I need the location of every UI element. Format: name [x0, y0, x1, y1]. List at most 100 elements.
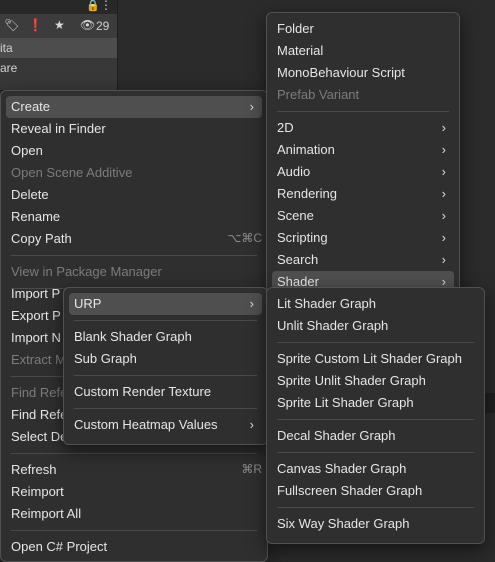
selected-asset-label: ita: [0, 41, 13, 55]
menu-item-label: Animation: [277, 142, 335, 157]
panel-header: 🔒 ⋮: [0, 0, 117, 14]
chevron-right-icon: ›: [249, 296, 254, 311]
menu-item-label: Folder: [277, 21, 314, 36]
menu-item-2d[interactable]: 2D ›: [272, 117, 454, 139]
tag-icon[interactable]: 🏷: [4, 18, 19, 32]
menu-separator: [74, 320, 257, 321]
menu-item-label: Find Refe: [11, 385, 68, 400]
menu-item-label: Sprite Unlit Shader Graph: [277, 373, 426, 388]
menu-item-label: Sprite Custom Lit Shader Graph: [277, 351, 462, 366]
menu-item-prefab-variant: Prefab Variant: [272, 84, 454, 106]
menu-item-label: Reveal in Finder: [11, 121, 106, 136]
menu-item-monobehaviour-script[interactable]: MonoBehaviour Script: [272, 62, 454, 84]
menu-item-folder[interactable]: Folder: [272, 18, 454, 40]
asset-label: are: [0, 61, 18, 75]
warning-icon[interactable]: ❗: [28, 18, 43, 32]
menu-item-six-way-shader-graph[interactable]: Six Way Shader Graph: [272, 513, 479, 535]
star-icon[interactable]: ★: [54, 18, 65, 32]
menu-item-label: MonoBehaviour Script: [277, 65, 405, 80]
menu-item-custom-render-texture[interactable]: Custom Render Texture: [69, 381, 262, 403]
menu-item-label: Search: [277, 252, 319, 267]
shortcut-label: ⌘R: [241, 462, 262, 476]
menu-item-create[interactable]: Create ›: [6, 96, 262, 118]
create-submenu: Folder Material MonoBehaviour Script Pre…: [266, 12, 460, 304]
menu-item-label: Find Refe: [11, 407, 68, 422]
menu-item-scene[interactable]: Scene ›: [272, 205, 454, 227]
menu-item-label: Canvas Shader Graph: [277, 461, 407, 476]
menu-item-label: Fullscreen Shader Graph: [277, 483, 423, 498]
menu-item-label: Decal Shader Graph: [277, 428, 396, 443]
menu-item-label: Lit Shader Graph: [277, 296, 377, 311]
menu-item-open-scene-additive: Open Scene Additive: [6, 162, 262, 184]
chevron-right-icon: ›: [441, 230, 446, 245]
menu-item-label: Create: [11, 99, 51, 114]
chevron-right-icon: ›: [441, 120, 446, 135]
menu-separator: [277, 111, 449, 112]
menu-separator: [11, 530, 257, 531]
menu-item-label: Open: [11, 143, 43, 158]
menu-item-open[interactable]: Open: [6, 140, 262, 162]
menu-item-material[interactable]: Material: [272, 40, 454, 62]
menu-separator: [74, 375, 257, 376]
menu-item-label: Prefab Variant: [277, 87, 360, 102]
menu-item-label: Extract M: [11, 352, 66, 367]
menu-item-label: Rendering: [277, 186, 337, 201]
menu-item-label: View in Package Manager: [11, 264, 162, 279]
menu-item-rendering[interactable]: Rendering ›: [272, 183, 454, 205]
menu-item-label: Scripting: [277, 230, 328, 245]
menu-item-sprite-custom-lit-shader-graph[interactable]: Sprite Custom Lit Shader Graph: [272, 348, 479, 370]
more-dots-icon[interactable]: ⋮: [100, 0, 112, 12]
selected-asset-row[interactable]: [0, 38, 117, 58]
menu-item-sprite-unlit-shader-graph[interactable]: Sprite Unlit Shader Graph: [272, 370, 479, 392]
menu-item-reveal-in-finder[interactable]: Reveal in Finder: [6, 118, 262, 140]
menu-item-lit-shader-graph[interactable]: Lit Shader Graph: [272, 293, 479, 315]
menu-separator: [74, 408, 257, 409]
menu-item-fullscreen-shader-graph[interactable]: Fullscreen Shader Graph: [272, 480, 479, 502]
menu-item-blank-shader-graph[interactable]: Blank Shader Graph: [69, 326, 262, 348]
menu-item-label: Material: [277, 43, 324, 58]
menu-item-sub-graph[interactable]: Sub Graph: [69, 348, 262, 370]
menu-item-label: Blank Shader Graph: [74, 329, 192, 344]
menu-item-animation[interactable]: Animation ›: [272, 139, 454, 161]
menu-item-custom-heatmap-values[interactable]: Custom Heatmap Values ›: [69, 414, 262, 436]
menu-separator: [277, 452, 474, 453]
menu-separator: [277, 342, 474, 343]
menu-item-urp[interactable]: URP ›: [69, 293, 262, 315]
menu-separator: [11, 453, 257, 454]
chevron-right-icon: ›: [441, 142, 446, 157]
menu-item-label: Six Way Shader Graph: [277, 516, 410, 531]
menu-item-audio[interactable]: Audio ›: [272, 161, 454, 183]
menu-item-label: Open C# Project: [11, 539, 108, 554]
menu-item-scripting[interactable]: Scripting ›: [272, 227, 454, 249]
menu-item-canvas-shader-graph[interactable]: Canvas Shader Graph: [272, 458, 479, 480]
menu-item-label: Sprite Lit Shader Graph: [277, 395, 414, 410]
menu-item-decal-shader-graph[interactable]: Decal Shader Graph: [272, 425, 479, 447]
menu-item-label: Export P: [11, 308, 61, 323]
menu-item-rename[interactable]: Rename: [6, 206, 262, 228]
lock-icon[interactable]: 🔒: [86, 0, 100, 12]
chevron-right-icon: ›: [441, 164, 446, 179]
menu-item-label: Unlit Shader Graph: [277, 318, 389, 333]
menu-item-open-csharp-project[interactable]: Open C# Project: [6, 536, 262, 558]
menu-item-label: Audio: [277, 164, 311, 179]
menu-item-search[interactable]: Search ›: [272, 249, 454, 271]
menu-item-label: Custom Render Texture: [74, 384, 212, 399]
chevron-right-icon: ›: [249, 417, 254, 432]
hidden-count: 29: [96, 19, 110, 33]
menu-separator: [277, 419, 474, 420]
menu-item-unlit-shader-graph[interactable]: Unlit Shader Graph: [272, 315, 479, 337]
menu-item-reimport-all[interactable]: Reimport All: [6, 503, 262, 525]
eye-icon[interactable]: 👁: [80, 18, 95, 32]
chevron-right-icon: ›: [249, 99, 254, 114]
menu-separator: [277, 507, 474, 508]
menu-item-reimport[interactable]: Reimport: [6, 481, 262, 503]
menu-item-label: 2D: [277, 120, 294, 135]
menu-item-label: Scene: [277, 208, 314, 223]
shader-submenu: URP › Blank Shader Graph Sub Graph Custom…: [63, 287, 268, 445]
menu-item-copy-path[interactable]: Copy Path ⌥⌘C: [6, 228, 262, 250]
chevron-right-icon: ›: [441, 252, 446, 267]
menu-item-label: Import N: [11, 330, 61, 345]
menu-item-sprite-lit-shader-graph[interactable]: Sprite Lit Shader Graph: [272, 392, 479, 414]
menu-item-refresh[interactable]: Refresh ⌘R: [6, 459, 262, 481]
menu-item-delete[interactable]: Delete: [6, 184, 262, 206]
